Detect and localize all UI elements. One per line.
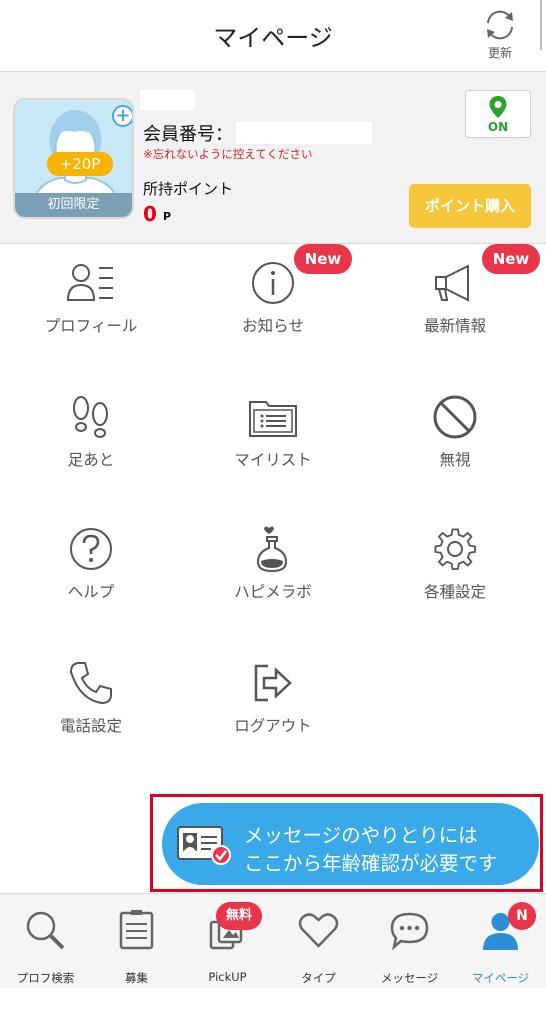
refresh-label: 更新 bbox=[487, 46, 512, 60]
tab-label: 募集 bbox=[125, 971, 148, 985]
megaphone-icon bbox=[435, 264, 469, 302]
menu-item-help[interactable]: ヘルプ bbox=[0, 510, 182, 630]
menu-item-footprints[interactable]: 足あと bbox=[0, 378, 182, 498]
info-icon bbox=[252, 262, 294, 304]
menu-label: マイリスト bbox=[234, 451, 312, 469]
menu-label: 足あと bbox=[67, 451, 115, 469]
tab-label: PickUP bbox=[208, 970, 247, 984]
tab-label: プロフ検索 bbox=[16, 971, 75, 985]
refresh-button[interactable]: 更新 bbox=[476, 8, 524, 66]
menu-label: 最新情報 bbox=[423, 317, 486, 335]
tab-messages[interactable]: メッセージ bbox=[364, 894, 455, 989]
menu-item-ignore[interactable]: 無視 bbox=[364, 378, 546, 498]
menu-item-logout[interactable]: ログアウト bbox=[182, 644, 364, 764]
member-number-warning: ※忘れないように控えてください bbox=[143, 147, 313, 161]
avatar-points-badge: +20P bbox=[47, 152, 113, 176]
profile-list-icon bbox=[66, 264, 113, 301]
new-badge: New bbox=[482, 244, 540, 274]
menu-label: プロフィール bbox=[44, 317, 138, 335]
member-number-label: 会員番号： bbox=[143, 124, 233, 145]
member-number-value bbox=[236, 122, 372, 144]
id-card-icon bbox=[177, 826, 231, 865]
tab-type[interactable]: タイプ bbox=[273, 894, 364, 989]
menu-item-settings[interactable]: 各種設定 bbox=[364, 510, 546, 630]
menu-label: 電話設定 bbox=[59, 717, 122, 735]
tab-label: マイページ bbox=[471, 971, 530, 985]
avatar[interactable]: + +20P 初回限定 bbox=[13, 98, 134, 219]
tab-label: メッセージ bbox=[380, 971, 439, 985]
menu-label: ログアウト bbox=[234, 717, 312, 735]
age-banner-line2: ここから年齢確認が必要です bbox=[244, 852, 498, 875]
free-badge: 無料 bbox=[216, 902, 262, 930]
location-toggle-button[interactable]: ON bbox=[465, 90, 531, 138]
phone-icon bbox=[69, 662, 112, 705]
notification-badge: N bbox=[508, 902, 536, 930]
logout-icon bbox=[254, 664, 292, 702]
menu-label: ハピメラボ bbox=[234, 583, 312, 601]
menu-item-hapimelab[interactable]: ハピメラボ bbox=[182, 510, 364, 630]
app-header: マイページ 更新 bbox=[0, 0, 546, 72]
block-icon bbox=[433, 395, 477, 439]
tab-profile-search[interactable]: プロフ検索 bbox=[0, 894, 91, 989]
board-icon bbox=[119, 910, 154, 950]
tab-label: タイプ bbox=[301, 971, 336, 985]
scrollbar bbox=[540, 0, 542, 50]
heart-icon bbox=[298, 913, 339, 948]
menu-label: 各種設定 bbox=[423, 583, 486, 601]
menu-item-profile[interactable]: プロフィール bbox=[0, 244, 182, 364]
buy-points-button[interactable]: ポイント購入 bbox=[409, 184, 531, 228]
points-value: 0 bbox=[143, 202, 157, 226]
location-status-label: ON bbox=[487, 120, 509, 134]
refresh-icon bbox=[487, 10, 513, 40]
footprints-icon bbox=[73, 396, 108, 438]
new-badge: New bbox=[294, 244, 352, 274]
chat-icon bbox=[390, 912, 429, 951]
age-verification-button[interactable]: メッセージのやりとりには ここから年齢確認が必要です bbox=[162, 803, 539, 885]
nickname-field bbox=[140, 90, 195, 110]
tab-recruitment[interactable]: 募集 bbox=[91, 894, 182, 989]
menu-label: 無視 bbox=[439, 451, 471, 469]
menu-item-mylist[interactable]: マイリスト bbox=[182, 378, 364, 498]
age-banner-line1: メッセージのやりとりには bbox=[244, 824, 478, 847]
gear-icon bbox=[434, 528, 476, 570]
add-photo-icon[interactable]: + bbox=[112, 105, 132, 127]
location-pin-icon bbox=[489, 96, 507, 118]
first-time-limited-label: 初回限定 bbox=[15, 193, 132, 217]
flask-icon bbox=[256, 526, 288, 573]
search-icon bbox=[26, 911, 65, 950]
profile-panel: + +20P 初回限定 会員番号： ※忘れないように控えてください 所持ポイント… bbox=[0, 72, 546, 244]
page-title: マイページ bbox=[213, 24, 333, 52]
folder-list-icon bbox=[249, 401, 297, 437]
menu-label: ヘルプ bbox=[67, 583, 115, 601]
bottom-tab-bar: プロフ検索 募集 PickUP タイプ メッセージ マイページ bbox=[0, 893, 546, 988]
help-icon bbox=[70, 528, 112, 570]
points-unit: P bbox=[163, 210, 172, 223]
menu-grid: プロフィール お知らせ New 最新情報 New 足あと マイリスト 無視 ヘル… bbox=[0, 244, 546, 784]
points-label: 所持ポイント bbox=[143, 180, 234, 198]
menu-label: お知らせ bbox=[242, 317, 304, 335]
menu-item-phone-settings[interactable]: 電話設定 bbox=[0, 644, 182, 764]
